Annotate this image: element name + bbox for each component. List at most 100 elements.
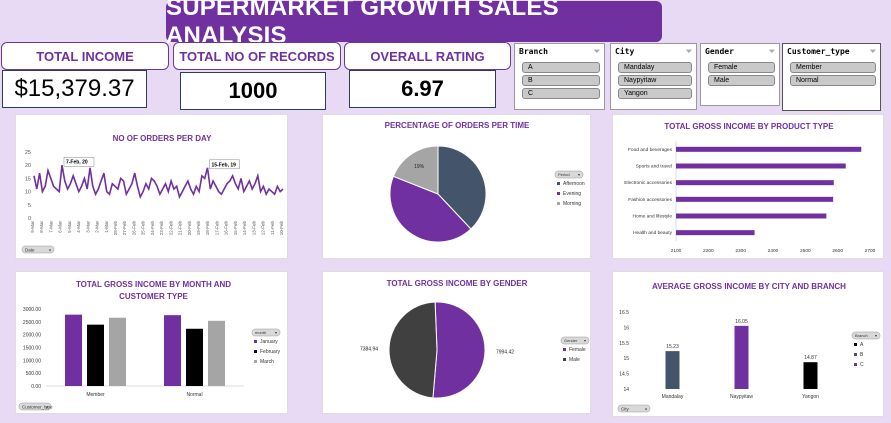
orders-per-time-panel: PERCENTAGE OF ORDERS PER TIME 19% Period ▾… (322, 114, 591, 259)
bar-data-label: 16.05 (735, 319, 748, 325)
branch-bar (803, 362, 818, 389)
branch-item-b[interactable]: B (522, 75, 600, 86)
customer-item-member[interactable]: Member (790, 62, 876, 73)
legend-swatch (854, 363, 857, 366)
y-tick-label: 15.5 (619, 341, 629, 347)
city-item-naypyitaw[interactable]: Naypyitaw (618, 75, 692, 86)
month-filter-button-label: month (255, 330, 266, 335)
legend-label: Evening (563, 191, 581, 197)
chart-title: TOTAL GROSS INCOME BY PRODUCT TYPE (664, 122, 834, 131)
city-item-yangon[interactable]: Yangon (618, 88, 692, 99)
legend-swatch (557, 202, 560, 205)
y-tick-label: 15 (25, 176, 31, 182)
month-bar (186, 328, 203, 386)
x-tick-label: 12-Feb (261, 221, 266, 236)
y-tick-label: 2000.00 (23, 333, 41, 339)
category-label: Sports and travel (636, 164, 672, 170)
gross-by-product-panel: TOTAL GROSS INCOME BY PRODUCT TYPE Food … (612, 114, 884, 259)
category-label: Electronic accessories (624, 180, 672, 186)
y-tick-label: 5 (28, 203, 31, 209)
filter-clear-icon[interactable]: ⏷ (769, 47, 775, 57)
x-tick-label: 10-Feb (279, 221, 284, 236)
y-tick-label: 16 (623, 325, 629, 331)
customer-type-slicer: Customer_type ⏷ Member Normal (782, 43, 881, 111)
branch-item-a[interactable]: A (522, 62, 600, 73)
category-label: Naypyitaw (730, 394, 753, 400)
branch-item-c[interactable]: C (522, 88, 600, 99)
filter-clear-icon[interactable]: ⏷ (594, 47, 600, 57)
city-filter-button-label: City (621, 407, 629, 412)
branch-bar (734, 325, 749, 389)
y-tick-label: 2500.00 (23, 320, 41, 326)
legend-label: January (260, 339, 278, 345)
legend-label: February (260, 349, 281, 355)
branch-filter-button-label: Branch (855, 333, 868, 338)
annotation-label: 15-Feb, 19 (211, 162, 236, 168)
x-tick-label: 5-Mar (67, 221, 72, 233)
period-filter-button-label: Period (558, 172, 570, 177)
y-tick-label: 1500.00 (23, 346, 41, 352)
gender-slicer-title: Gender (705, 47, 734, 56)
x-tick-label: 7-Mar (48, 221, 53, 233)
chart-title: TOTAL GROSS INCOME BY GENDER (387, 279, 528, 288)
y-tick-label: 16.5 (619, 310, 629, 316)
pie-slice (432, 301, 486, 399)
x-tick-label: 2-Mar (95, 221, 100, 233)
overall-rating-label: OVERALL RATING (344, 42, 511, 70)
y-tick-label: 500.00 (26, 371, 42, 377)
y-tick-label: 15 (623, 356, 629, 362)
total-income-label: TOTAL INCOME (1, 42, 169, 70)
chart-title: AVERAGE GROSS INCOME BY CITY AND BRANCH (652, 282, 846, 291)
legend-swatch (557, 182, 560, 185)
x-tick-label: 1-Mar (104, 221, 109, 233)
legend-label: March (260, 359, 274, 365)
x-tick-label: 14-Feb (242, 221, 247, 236)
month-bar (164, 315, 181, 386)
x-tick-label: 22-Feb (168, 221, 173, 236)
x-tick-label: 4-Mar (76, 221, 81, 233)
filter-clear-icon[interactable]: ⏷ (870, 47, 876, 57)
dropdown-arrow-icon: ▾ (578, 172, 580, 177)
legend-swatch (563, 348, 566, 351)
gross-by-gender-chart: TOTAL GROSS INCOME BY GENDER 7994.42 7384… (360, 279, 590, 399)
dashboard-title: SUPERMARKET GROWTH SALES ANALYSIS (166, 0, 662, 49)
branch-slicer: Branch ⏷ A B C (514, 43, 605, 110)
filter-clear-icon[interactable]: ⏷ (686, 47, 692, 57)
gross-by-gender-panel: TOTAL GROSS INCOME BY GENDER 7994.42 7384… (322, 271, 591, 414)
x-tick-label: 23-Feb (159, 221, 164, 236)
y-tick-label: 0.00 (31, 384, 41, 390)
category-label: Food and beverages (628, 147, 673, 153)
x-tick-label: 28-Feb (113, 221, 118, 236)
city-item-mandalay[interactable]: Mandalay (618, 62, 692, 73)
legend-swatch (254, 350, 257, 353)
category-label: Health and beauty (633, 230, 673, 236)
avg-gross-city-panel: AVERAGE GROSS INCOME BY CITY AND BRANCH … (612, 271, 884, 417)
orders-per-day-panel: NO OF ORDERS PER DAY 0 5 10 15 20 25 7-Feb, 20… (15, 114, 288, 259)
gender-item-male[interactable]: Male (708, 75, 775, 86)
bar-data-label: 15.23 (666, 344, 679, 350)
product-bar (676, 146, 862, 152)
chart-title: NO OF ORDERS PER DAY (113, 134, 212, 143)
y-tick-label: 20 (25, 163, 31, 169)
pie-slice (388, 301, 438, 399)
legend-label: Afternoon (563, 181, 585, 187)
customer-item-normal[interactable]: Normal (790, 75, 876, 86)
pie-data-label: 19% (414, 164, 425, 170)
annotation-label: 7-Feb, 20 (66, 160, 88, 166)
dropdown-arrow-icon: ▾ (645, 407, 647, 412)
x-tick-label: 11-Feb (270, 221, 275, 235)
chart-title: TOTAL GROSS INCOME BY MONTH AND CUSTOMER… (75, 280, 232, 301)
x-tick-label: 9-Mar (30, 221, 35, 233)
category-label: Home and lifestyle (633, 214, 673, 220)
dropdown-arrow-icon: ▾ (875, 333, 877, 338)
x-tick-label: 15-Feb (233, 221, 238, 236)
branch-bar (665, 351, 680, 389)
legend-swatch (854, 343, 857, 346)
gender-item-female[interactable]: Female (708, 62, 775, 73)
category-label: Yangon (802, 394, 819, 400)
category-label: Member (86, 392, 105, 398)
x-tick-label: 2400 (768, 248, 779, 254)
total-records-value: 1000 (180, 72, 326, 110)
x-tick-label: 3-Mar (85, 221, 90, 233)
date-filter-button-label: Date (25, 248, 35, 253)
